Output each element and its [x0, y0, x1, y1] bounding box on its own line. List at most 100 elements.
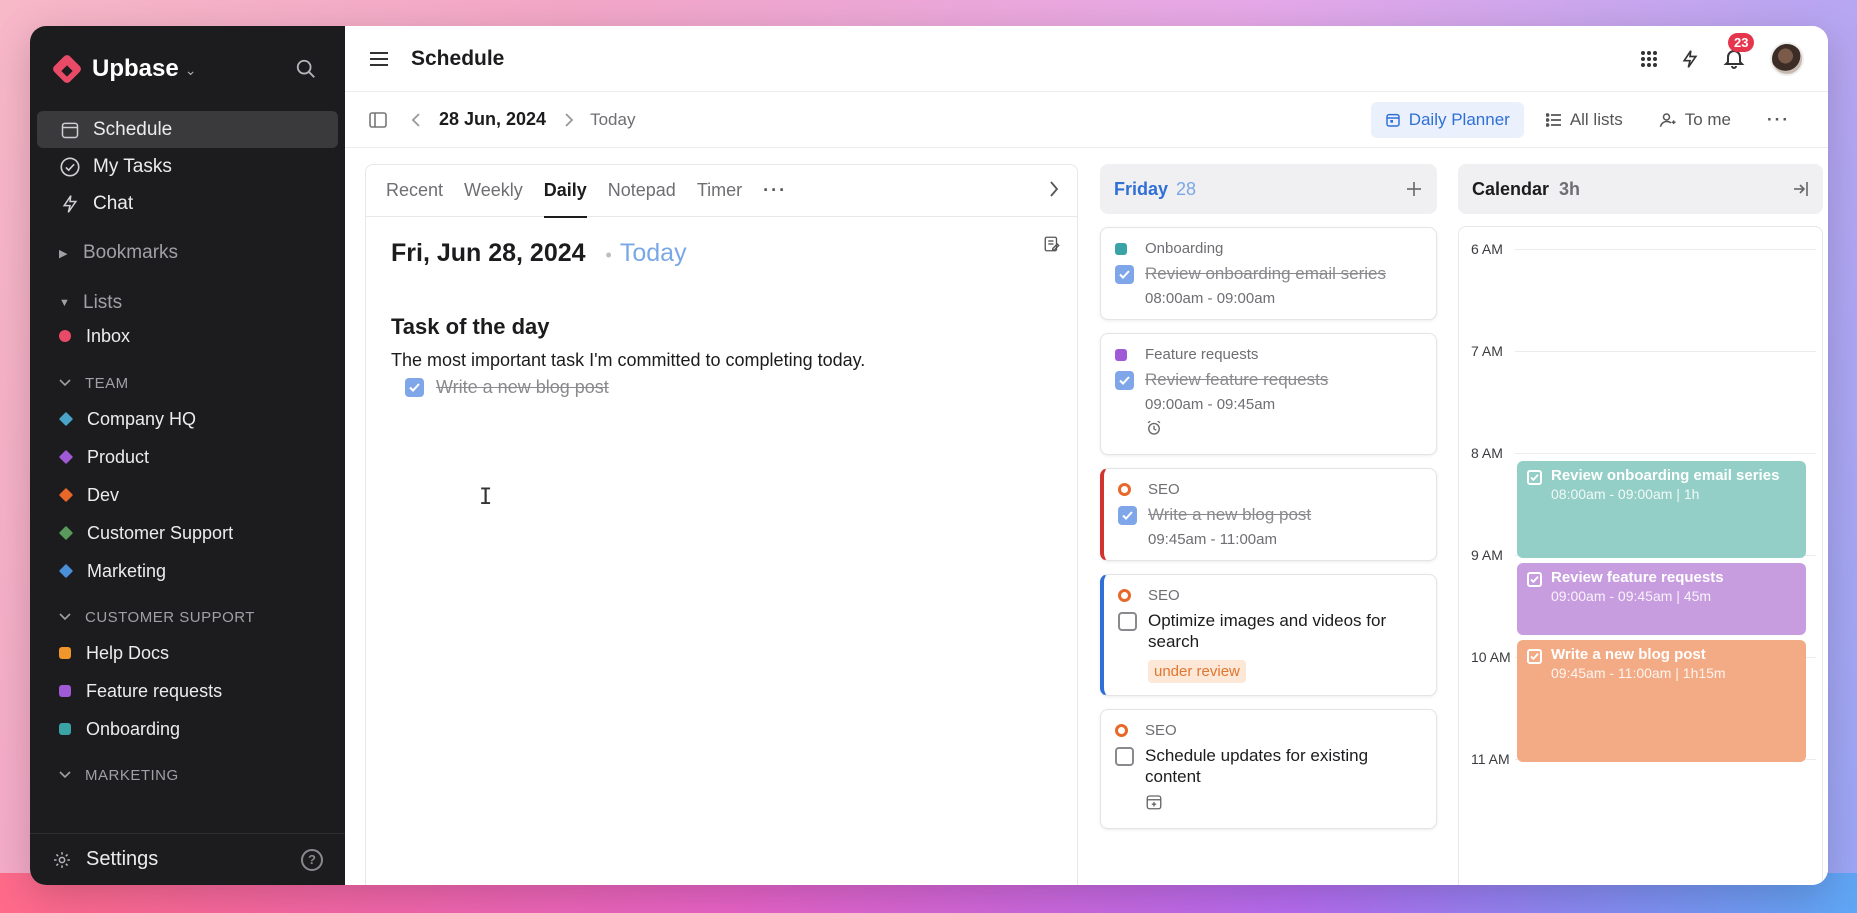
tab-notepad[interactable]: Notepad — [608, 165, 676, 217]
checkbox-checked[interactable] — [1527, 470, 1542, 485]
calendar-add-icon — [1146, 795, 1162, 810]
search-icon[interactable] — [295, 58, 317, 80]
sidebar-item-marketing[interactable]: Marketing — [37, 552, 338, 590]
list-square-icon — [1115, 242, 1127, 255]
task-card[interactable]: Onboarding Review onboarding email serie… — [1100, 227, 1437, 320]
chevron-down-icon — [59, 613, 71, 621]
status-badge[interactable]: under review — [1148, 660, 1246, 683]
checkbox-checked[interactable] — [405, 378, 424, 397]
sidebar-item-onboarding[interactable]: Onboarding — [37, 710, 338, 748]
tab-recent[interactable]: Recent — [386, 165, 443, 217]
task-card[interactable]: SEO Optimize images and videos for searc… — [1100, 574, 1437, 696]
calendar-column: Calendar 3h 6 AM 7 AM 8 AM 9 AM 10 AM 11 AM Re… — [1458, 164, 1823, 885]
help-icon[interactable]: ? — [301, 848, 323, 871]
checkbox-unchecked[interactable] — [1115, 747, 1134, 766]
sidebar-group-team[interactable]: TEAM — [37, 366, 338, 400]
sidebar-item-label: Chat — [93, 192, 134, 214]
check-circle-icon — [59, 156, 81, 178]
menu-icon[interactable] — [369, 51, 389, 67]
chevron-left-icon[interactable] — [411, 112, 421, 127]
sidebar-item-my-tasks[interactable]: My Tasks — [37, 148, 338, 185]
avatar[interactable] — [1770, 41, 1804, 76]
sidebar-item-company-hq[interactable]: Company HQ — [37, 400, 338, 438]
bolt-icon[interactable] — [1680, 47, 1700, 71]
daily-content: Fri, Jun 28, 2024 Today Task of the day … — [366, 217, 1077, 510]
notifications-button[interactable]: 23 — [1722, 32, 1755, 72]
calendar-event[interactable]: Write a new blog post 09:45am - 11:00am |… — [1517, 639, 1806, 762]
diamond-icon — [58, 525, 74, 541]
apps-grid-icon[interactable] — [1640, 50, 1658, 68]
task-card[interactable]: Feature requests Review feature requests… — [1100, 333, 1437, 455]
task-title: Write a new blog post — [1148, 505, 1312, 524]
sidebar-item-help-docs[interactable]: Help Docs — [37, 634, 338, 672]
sidebar-group-customer-support[interactable]: CUSTOMER SUPPORT — [37, 600, 338, 634]
more-options-icon[interactable]: ··· — [1753, 102, 1804, 138]
task-title: Review feature requests — [1145, 370, 1329, 389]
tab-timer[interactable]: Timer — [697, 165, 742, 217]
sidebar-section-lists[interactable]: ▼ Lists — [37, 286, 338, 320]
task-time: 08:00am - 09:00am — [1145, 290, 1276, 307]
task-card[interactable]: SEO Write a new blog post 09:45am - 11:0… — [1100, 468, 1437, 561]
task-of-day-item[interactable]: Write a new blog post — [405, 377, 1052, 398]
view-daily-planner[interactable]: Daily Planner — [1370, 101, 1524, 138]
sidebar-item-inbox[interactable]: Inbox — [37, 320, 338, 352]
checkbox-checked[interactable] — [1527, 648, 1542, 664]
task-title: Write a new blog post — [436, 377, 609, 397]
chevron-down-icon — [59, 771, 71, 779]
sidebar-section-bookmarks[interactable]: ▶ Bookmarks — [37, 236, 338, 270]
sidebar-group-marketing[interactable]: MARKETING — [37, 758, 338, 792]
checkbox-checked[interactable] — [1527, 572, 1542, 587]
chevron-down-icon — [59, 379, 71, 387]
chevron-right-icon[interactable] — [564, 112, 574, 127]
sidebar-item-product[interactable]: Product — [37, 438, 338, 476]
more-tabs-icon[interactable]: ··· — [763, 165, 787, 217]
sidebar-item-customer-support[interactable]: Customer Support — [37, 514, 338, 552]
calendar-title: Calendar — [1472, 178, 1550, 199]
group-label: TEAM — [85, 374, 129, 392]
bolt-icon — [59, 193, 81, 215]
chevron-right-icon[interactable] — [1049, 181, 1059, 197]
settings-button[interactable]: Settings ? — [30, 833, 345, 885]
view-all-lists[interactable]: All lists — [1532, 102, 1637, 138]
sidebar-toggle-icon[interactable] — [369, 111, 387, 128]
note-icon[interactable] — [1043, 235, 1061, 253]
sidebar-item-schedule[interactable]: Schedule — [37, 111, 338, 148]
list-square-icon — [59, 685, 71, 697]
task-card[interactable]: SEO Schedule updates for existing conten… — [1100, 709, 1437, 829]
task-list-name: Feature requests — [1145, 346, 1259, 363]
tab-daily[interactable]: Daily — [543, 165, 587, 218]
user-icon — [1659, 112, 1676, 127]
today-button[interactable]: Today — [590, 110, 635, 130]
calendar-event[interactable]: Review feature requests 09:00am - 09:45am… — [1517, 563, 1806, 635]
group-label: CUSTOMER SUPPORT — [85, 608, 255, 626]
task-of-day-heading: Task of the day — [391, 314, 550, 339]
gear-icon — [54, 851, 70, 868]
task-list-name: SEO — [1148, 481, 1180, 498]
app-window: Upbase ⌄ Schedule My Tasks Chat ▶ Bookma… — [30, 26, 1828, 885]
hour-line — [1515, 351, 1816, 352]
section-label: Bookmarks — [83, 242, 179, 263]
tab-weekly[interactable]: Weekly — [464, 165, 523, 217]
day-column-header: Friday 28 — [1100, 164, 1437, 214]
hour-label: 8 AM — [1471, 445, 1503, 461]
checkbox-checked[interactable] — [1115, 265, 1134, 284]
add-task-icon[interactable] — [1405, 180, 1423, 198]
event-title: Write a new blog post — [1551, 645, 1706, 663]
sidebar-item-feature-requests[interactable]: Feature requests — [37, 672, 338, 710]
event-title: Review onboarding email series — [1551, 467, 1780, 484]
checkbox-checked[interactable] — [1115, 371, 1134, 390]
collapse-panel-icon[interactable] — [1791, 180, 1809, 198]
diamond-icon — [58, 487, 74, 503]
checkbox-checked[interactable] — [1118, 506, 1137, 525]
sidebar-item-label: My Tasks — [93, 155, 172, 177]
sidebar-item-dev[interactable]: Dev — [37, 476, 338, 514]
checkbox-unchecked[interactable] — [1118, 612, 1137, 631]
hour-line — [1515, 453, 1816, 454]
daily-panel: Recent Weekly Daily Notepad Timer ··· Fr… — [365, 164, 1078, 885]
calendar-event[interactable]: Review onboarding email series 08:00am - … — [1517, 461, 1806, 558]
view-to-me[interactable]: To me — [1645, 102, 1745, 138]
text-cursor-icon: I — [479, 485, 493, 510]
sidebar-item-chat[interactable]: Chat — [37, 185, 338, 222]
sidebar-item-label: Marketing — [87, 560, 167, 581]
section-label: Lists — [83, 292, 123, 313]
